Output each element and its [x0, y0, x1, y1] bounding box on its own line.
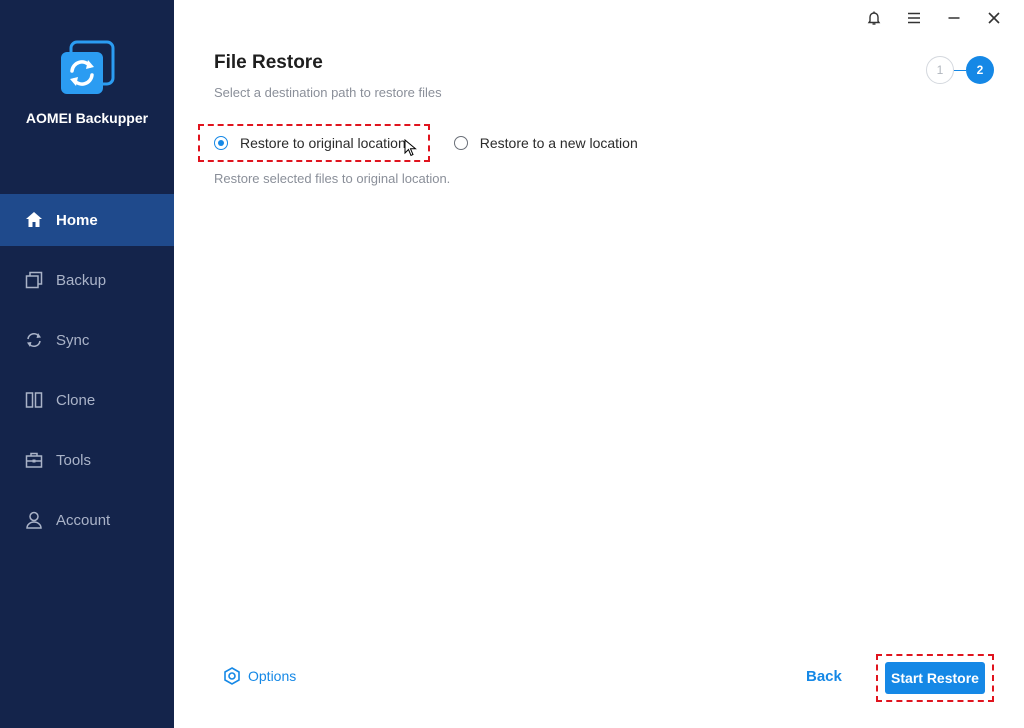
notifications-button[interactable] — [854, 8, 894, 32]
step-2: 2 — [966, 56, 994, 84]
home-icon — [24, 210, 44, 230]
options-button[interactable]: Options — [222, 666, 296, 686]
backup-icon — [24, 270, 44, 290]
radio-new[interactable] — [453, 136, 468, 150]
bell-icon — [866, 10, 882, 31]
sidebar-item-label: Sync — [56, 331, 90, 349]
app-name: AOMEI Backupper — [25, 110, 149, 126]
options-label: Options — [248, 668, 297, 684]
page-title: File Restore — [214, 52, 323, 73]
sidebar-item-label: Home — [56, 211, 98, 229]
step-indicator: 1 2 — [926, 56, 994, 84]
sidebar-item-backup[interactable]: Backup — [0, 254, 174, 306]
close-button[interactable] — [974, 8, 1014, 32]
restore-new-label: Restore to a new location — [479, 135, 638, 151]
clone-icon — [24, 390, 44, 410]
minimize-icon — [946, 10, 962, 31]
sidebar: AOMEI Backupper Home Backup Sync Clone T… — [0, 0, 174, 728]
options-gear-icon — [224, 667, 240, 685]
sidebar-item-label: Backup — [56, 271, 107, 289]
mouse-cursor-icon — [404, 139, 417, 157]
sidebar-item-label: Account — [56, 511, 111, 529]
restore-original-option[interactable]: Restore to original location — [198, 124, 430, 162]
window-controls — [854, 8, 1014, 32]
sidebar-item-label: Clone — [56, 391, 96, 409]
sync-icon — [24, 330, 44, 350]
restore-new-option[interactable]: Restore to a new location — [453, 135, 638, 151]
step-connector — [954, 69, 966, 71]
start-restore-button[interactable]: Start Restore — [885, 662, 985, 694]
back-button[interactable]: Back — [806, 668, 842, 685]
menu-icon — [906, 10, 922, 31]
app-logo-icon — [57, 38, 117, 98]
restore-original-label: Restore to original location — [240, 135, 406, 151]
tools-icon — [24, 450, 44, 470]
minimize-button[interactable] — [934, 8, 974, 32]
main-panel: File Restore Select a destination path t… — [174, 0, 1024, 728]
start-restore-highlight: Start Restore — [876, 654, 994, 702]
sidebar-item-sync[interactable]: Sync — [0, 314, 174, 366]
page-subtitle: Select a destination path to restore fil… — [214, 85, 442, 100]
step-1: 1 — [926, 56, 954, 84]
sidebar-item-tools[interactable]: Tools — [0, 434, 174, 486]
sidebar-item-label: Tools — [56, 451, 92, 469]
radio-original[interactable] — [214, 136, 228, 150]
option-description: Restore selected files to original locat… — [214, 171, 451, 186]
close-icon — [986, 10, 1002, 31]
sidebar-item-home[interactable]: Home — [0, 194, 174, 246]
account-icon — [24, 510, 44, 530]
restore-location-options: Restore to original location Restore to … — [198, 124, 638, 162]
sidebar-item-clone[interactable]: Clone — [0, 374, 174, 426]
sidebar-item-account[interactable]: Account — [0, 494, 174, 546]
menu-button[interactable] — [894, 8, 934, 32]
